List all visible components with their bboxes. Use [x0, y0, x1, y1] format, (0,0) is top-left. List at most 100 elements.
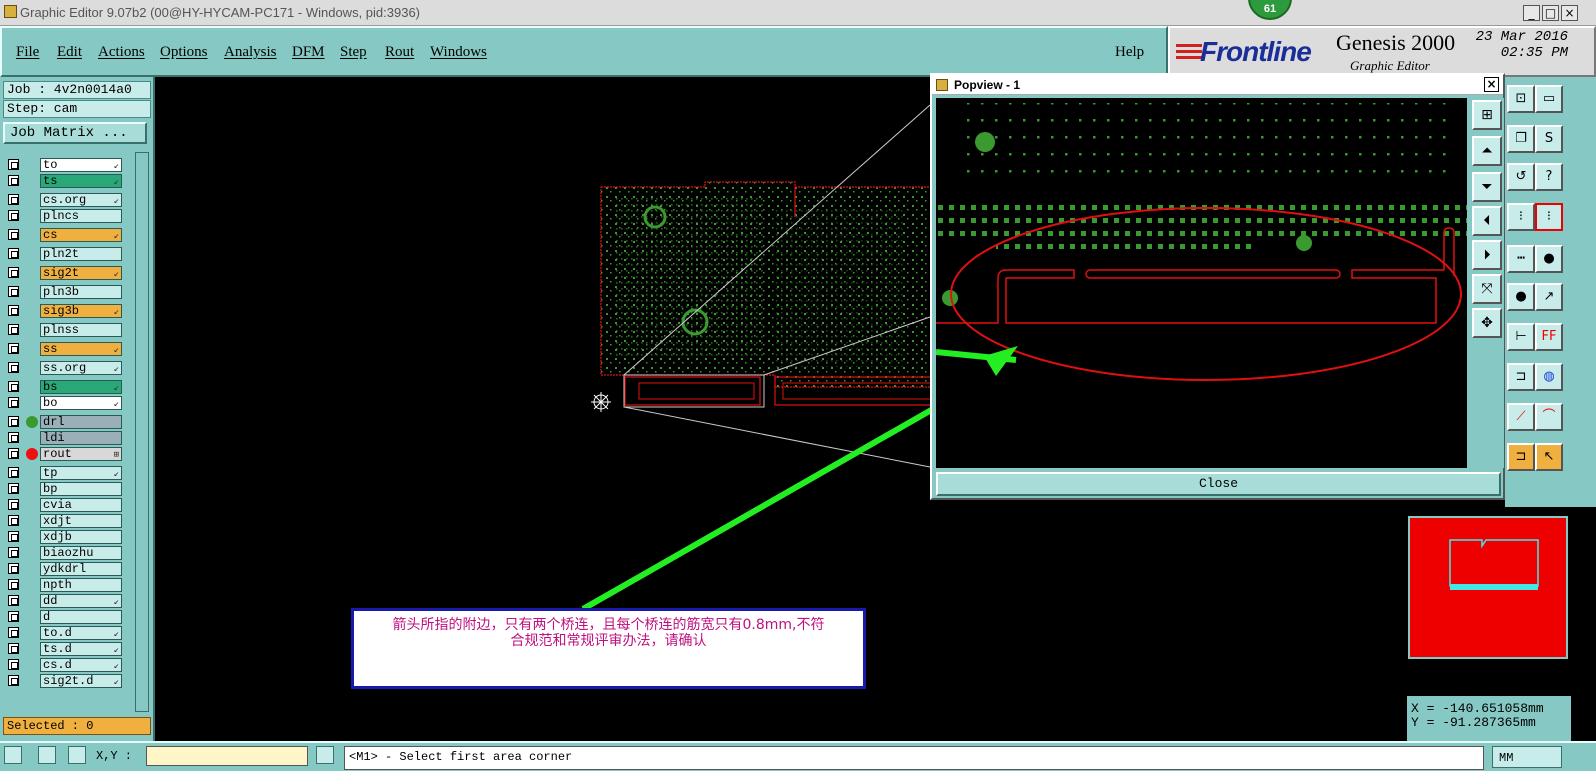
layer-list-scrollbar[interactable] — [135, 152, 149, 712]
layer-row[interactable]: ldi — [5, 431, 123, 445]
layer-row[interactable]: rout ⊞ — [5, 447, 123, 461]
tool-ruler-icon[interactable]: ┅ — [1507, 245, 1535, 273]
layer-name[interactable]: pln3b — [40, 285, 122, 299]
layer-row[interactable]: biaozhu — [5, 546, 123, 560]
layer-name[interactable]: bs ↙ — [40, 380, 122, 394]
menu-edit[interactable]: Edit — [57, 44, 82, 61]
menu-step[interactable]: Step — [340, 44, 367, 61]
layer-checkbox[interactable] — [8, 531, 19, 542]
layer-checkbox[interactable] — [8, 305, 19, 316]
maximize-button[interactable]: □ — [1542, 5, 1559, 21]
layer-checkbox[interactable] — [8, 595, 19, 606]
layer-name[interactable]: bo ↙ — [40, 396, 122, 410]
popview-close-icon[interactable]: × — [1484, 77, 1499, 92]
layer-name[interactable]: cs ↙ — [40, 228, 122, 242]
layer-name[interactable]: dd ↙ — [40, 594, 122, 608]
layer-row[interactable]: bo ↙ — [5, 396, 123, 410]
layer-row[interactable]: plncs — [5, 209, 123, 223]
layer-name[interactable]: cs.org ↙ — [40, 193, 122, 207]
layer-checkbox[interactable] — [8, 467, 19, 478]
layer-name[interactable]: cs.d ↙ — [40, 658, 122, 672]
layer-checkbox[interactable] — [8, 159, 19, 170]
tool-arc-icon[interactable]: ⌒ — [1535, 403, 1563, 431]
layer-row[interactable]: pln3b — [5, 285, 123, 299]
layer-name[interactable]: biaozhu — [40, 546, 122, 560]
layer-checkbox[interactable] — [8, 381, 19, 392]
layer-name[interactable]: to ↙ — [40, 158, 122, 172]
check-tool-icon[interactable] — [38, 746, 56, 764]
layer-row[interactable]: cs ↙ — [5, 228, 123, 242]
pv-left-icon[interactable]: ⏴ — [1472, 206, 1502, 236]
popview-close-button[interactable]: Close — [936, 472, 1501, 496]
tool-cursor-icon[interactable]: ↖ — [1535, 443, 1563, 471]
layer-name[interactable]: ss ↙ — [40, 342, 122, 356]
layer-name[interactable]: to.d ↙ — [40, 626, 122, 640]
layer-row[interactable]: ss.org ↙ — [5, 361, 123, 375]
layer-checkbox[interactable] — [8, 675, 19, 686]
minimize-button[interactable]: _ — [1523, 5, 1540, 21]
layer-checkbox[interactable] — [8, 229, 19, 240]
layer-checkbox[interactable] — [8, 416, 19, 427]
units-selector[interactable]: MM — [1492, 746, 1562, 768]
layer-name[interactable]: plnss — [40, 323, 122, 337]
layer-row[interactable]: plnss — [5, 323, 123, 337]
layer-checkbox[interactable] — [8, 515, 19, 526]
layer-row[interactable]: bs ↙ — [5, 380, 123, 394]
pv-center-icon[interactable]: ✥ — [1472, 308, 1502, 338]
layer-name[interactable]: sig3b ↙ — [40, 304, 122, 318]
layer-checkbox[interactable] — [8, 483, 19, 494]
pv-up-icon[interactable]: ⏶ — [1472, 136, 1502, 166]
layer-checkbox[interactable] — [8, 324, 19, 335]
layer-row[interactable]: ts ↙ — [5, 174, 123, 188]
layer-checkbox[interactable] — [8, 210, 19, 221]
menu-dfm[interactable]: DFM — [292, 44, 325, 61]
pv-right-icon[interactable]: ⏵ — [1472, 240, 1502, 270]
layer-name[interactable]: drl — [40, 415, 122, 429]
layer-checkbox[interactable] — [8, 611, 19, 622]
layer-row[interactable]: to ↙ — [5, 158, 123, 172]
layer-checkbox[interactable] — [8, 267, 19, 278]
layer-name[interactable]: d — [40, 610, 122, 624]
layer-row[interactable]: sig3b ↙ — [5, 304, 123, 318]
layer-name[interactable]: ydkdrl — [40, 562, 122, 576]
layer-row[interactable]: sig2t.d ↙ — [5, 674, 123, 688]
grid-tool-icon[interactable] — [68, 746, 86, 764]
menu-analysis[interactable]: Analysis — [224, 44, 277, 61]
layer-row[interactable]: cs.org ↙ — [5, 193, 123, 207]
xy-input[interactable] — [146, 746, 308, 766]
layer-checkbox[interactable] — [8, 432, 19, 443]
menu-options[interactable]: Options — [160, 44, 208, 61]
layer-checkbox[interactable] — [8, 499, 19, 510]
tool-step-icon[interactable]: ⊐ — [1507, 443, 1535, 471]
layer-name[interactable]: xdjb — [40, 530, 122, 544]
tool-pad-icon[interactable]: ● — [1535, 245, 1563, 273]
layer-row[interactable]: pln2t — [5, 247, 123, 261]
layer-checkbox[interactable] — [8, 627, 19, 638]
layer-name[interactable]: cvia — [40, 498, 122, 512]
layer-checkbox[interactable] — [8, 248, 19, 259]
layer-name[interactable]: ldi — [40, 431, 122, 445]
layer-name[interactable]: ts.d ↙ — [40, 642, 122, 656]
tool-red-point-icon[interactable]: ● — [1507, 283, 1535, 311]
menu-windows[interactable]: Windows — [430, 44, 487, 61]
pv-down-icon[interactable]: ⏷ — [1472, 172, 1502, 202]
layer-name[interactable]: bp — [40, 482, 122, 496]
menu-rout[interactable]: Rout — [385, 44, 414, 61]
layer-row[interactable]: tp ↙ — [5, 466, 123, 480]
tool-traffic-icon[interactable]: ⁝ — [1507, 203, 1535, 231]
layer-name[interactable]: ts ↙ — [40, 174, 122, 188]
layer-row[interactable]: ydkdrl — [5, 562, 123, 576]
layer-name[interactable]: sig2t.d ↙ — [40, 674, 122, 688]
tool-window-icon[interactable]: ▭ — [1535, 85, 1563, 113]
tool-flip-icon[interactable]: ⊢ — [1507, 323, 1535, 351]
layer-checkbox[interactable] — [8, 194, 19, 205]
pin-icon[interactable] — [316, 746, 334, 764]
menu-actions[interactable]: Actions — [98, 44, 145, 61]
tool-bracket-icon[interactable]: ⊐ — [1507, 363, 1535, 391]
layer-name[interactable]: sig2t ↙ — [40, 266, 122, 280]
tool-measure-icon[interactable]: ⟋ — [1507, 403, 1535, 431]
menu-help[interactable]: Help — [1115, 44, 1144, 61]
layer-checkbox[interactable] — [8, 286, 19, 297]
layer-checkbox[interactable] — [8, 579, 19, 590]
layer-checkbox[interactable] — [8, 448, 19, 459]
